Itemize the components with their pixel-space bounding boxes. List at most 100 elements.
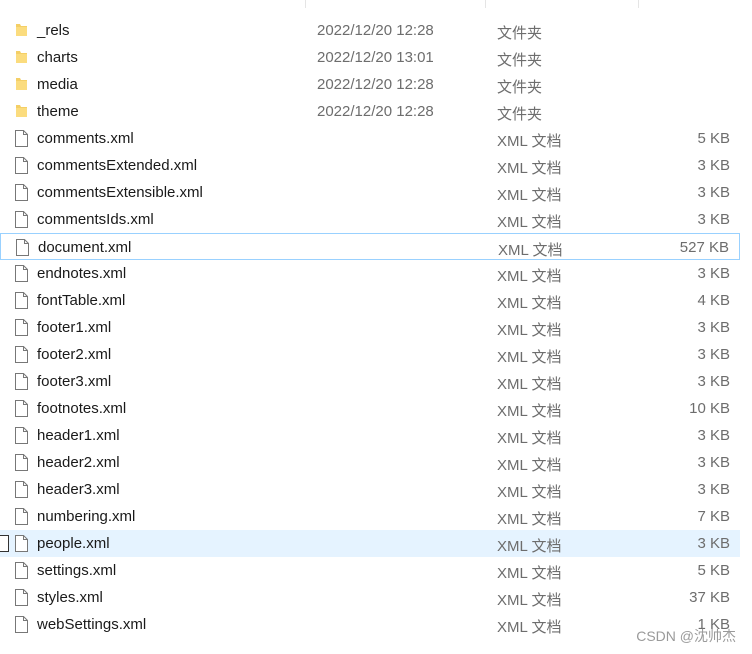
file-icon xyxy=(15,427,28,444)
file-type: XML 文档 xyxy=(497,133,562,150)
file-type: XML 文档 xyxy=(497,538,562,555)
file-type: XML 文档 xyxy=(497,268,562,285)
file-size: 3 KB xyxy=(697,319,730,336)
file-name: fontTable.xml xyxy=(37,292,126,309)
file-row[interactable]: footer1.xml XML 文档 3 KB xyxy=(0,314,740,341)
file-size: 10 KB xyxy=(689,400,730,417)
file-name: comments.xml xyxy=(37,130,134,147)
folder-icon xyxy=(15,103,28,119)
column-divider[interactable] xyxy=(485,0,486,8)
file-type: XML 文档 xyxy=(497,457,562,474)
file-type: 文件夹 xyxy=(497,25,543,42)
watermark: CSDN @沈帅杰 xyxy=(636,628,736,644)
file-size: 5 KB xyxy=(697,130,730,147)
file-size: 3 KB xyxy=(697,184,730,201)
file-row[interactable]: endnotes.xml XML 文档 3 KB xyxy=(0,260,740,287)
file-name: endnotes.xml xyxy=(37,265,127,282)
file-size: 3 KB xyxy=(697,427,730,444)
file-icon xyxy=(15,616,28,633)
file-type: XML 文档 xyxy=(497,565,562,582)
file-row[interactable]: fontTable.xml XML 文档 4 KB xyxy=(0,287,740,314)
file-row[interactable]: settings.xml XML 文档 5 KB xyxy=(0,557,740,584)
file-date: 2022/12/20 12:28 xyxy=(317,76,434,93)
file-icon xyxy=(15,535,28,552)
file-type: XML 文档 xyxy=(497,214,562,231)
file-row[interactable]: document.xml XML 文档 527 KB xyxy=(0,233,740,260)
file-size: 4 KB xyxy=(697,292,730,309)
file-name: commentsExtended.xml xyxy=(37,157,198,174)
file-type: XML 文档 xyxy=(497,619,562,636)
file-type: XML 文档 xyxy=(497,403,562,420)
folder-icon xyxy=(15,49,28,65)
file-row[interactable]: footnotes.xml XML 文档 10 KB xyxy=(0,395,740,422)
file-icon xyxy=(16,239,29,256)
file-date: 2022/12/20 13:01 xyxy=(317,49,434,66)
file-row[interactable]: people.xml XML 文档 3 KB xyxy=(0,530,740,557)
file-date: 2022/12/20 12:28 xyxy=(317,22,434,39)
file-size: 3 KB xyxy=(697,265,730,282)
file-name: footer2.xml xyxy=(37,346,112,363)
file-row[interactable]: commentsExtensible.xml XML 文档 3 KB xyxy=(0,179,740,206)
file-row[interactable]: header1.xml XML 文档 3 KB xyxy=(0,422,740,449)
file-row[interactable]: comments.xml XML 文档 5 KB xyxy=(0,125,740,152)
file-name: settings.xml xyxy=(37,562,117,579)
column-divider[interactable] xyxy=(305,0,306,8)
select-checkbox[interactable] xyxy=(0,535,9,552)
file-icon xyxy=(15,508,28,525)
file-type: 文件夹 xyxy=(497,52,543,69)
file-icon xyxy=(15,157,28,174)
file-type: XML 文档 xyxy=(497,349,562,366)
file-icon xyxy=(15,292,28,309)
file-list: _rels 2022/12/20 12:28 文件夹 charts 2022/12/20… xyxy=(0,17,752,638)
file-size: 7 KB xyxy=(697,508,730,525)
file-row[interactable]: commentsIds.xml XML 文档 3 KB xyxy=(0,206,740,233)
file-name: webSettings.xml xyxy=(37,616,147,633)
file-name: people.xml xyxy=(37,535,110,552)
file-name: document.xml xyxy=(38,239,132,256)
file-row[interactable]: footer2.xml XML 文档 3 KB xyxy=(0,341,740,368)
file-row[interactable]: theme 2022/12/20 12:28 文件夹 xyxy=(0,98,740,125)
file-row[interactable]: footer3.xml XML 文档 3 KB xyxy=(0,368,740,395)
file-type: XML 文档 xyxy=(497,484,562,501)
file-row[interactable]: _rels 2022/12/20 12:28 文件夹 xyxy=(0,17,740,44)
file-icon xyxy=(15,373,28,390)
file-type: XML 文档 xyxy=(497,511,562,528)
file-row[interactable]: commentsExtended.xml XML 文档 3 KB xyxy=(0,152,740,179)
file-row[interactable]: charts 2022/12/20 13:01 文件夹 xyxy=(0,44,740,71)
file-icon xyxy=(15,265,28,282)
file-row[interactable]: media 2022/12/20 12:28 文件夹 xyxy=(0,71,740,98)
file-type: 文件夹 xyxy=(497,106,543,123)
file-type: XML 文档 xyxy=(497,160,562,177)
file-type: XML 文档 xyxy=(497,376,562,393)
file-name: footer3.xml xyxy=(37,373,112,390)
file-icon xyxy=(15,184,28,201)
file-row[interactable]: header3.xml XML 文档 3 KB xyxy=(0,476,740,503)
folder-icon xyxy=(15,76,28,92)
file-size: 527 KB xyxy=(679,239,729,256)
file-name: charts xyxy=(37,49,78,66)
file-size: 3 KB xyxy=(697,373,730,390)
file-name: numbering.xml xyxy=(37,508,136,525)
file-name: footnotes.xml xyxy=(37,400,127,417)
file-name: theme xyxy=(37,103,79,120)
file-name: media xyxy=(37,76,78,93)
file-icon xyxy=(15,211,28,228)
file-type: XML 文档 xyxy=(497,187,562,204)
file-row[interactable]: header2.xml XML 文档 3 KB xyxy=(0,449,740,476)
file-row[interactable]: styles.xml XML 文档 37 KB xyxy=(0,584,740,611)
file-type: XML 文档 xyxy=(497,430,562,447)
file-name: header3.xml xyxy=(37,481,120,498)
file-icon xyxy=(15,130,28,147)
file-icon xyxy=(15,319,28,336)
column-divider[interactable] xyxy=(638,0,639,8)
file-size: 3 KB xyxy=(697,346,730,363)
file-type: XML 文档 xyxy=(498,242,563,259)
file-icon xyxy=(15,454,28,471)
file-type: XML 文档 xyxy=(497,295,562,312)
file-row[interactable]: numbering.xml XML 文档 7 KB xyxy=(0,503,740,530)
file-size: 3 KB xyxy=(697,535,730,552)
file-row[interactable]: webSettings.xml XML 文档 1 KB xyxy=(0,611,740,638)
file-size: 3 KB xyxy=(697,211,730,228)
file-size: 3 KB xyxy=(697,157,730,174)
file-icon xyxy=(15,562,28,579)
